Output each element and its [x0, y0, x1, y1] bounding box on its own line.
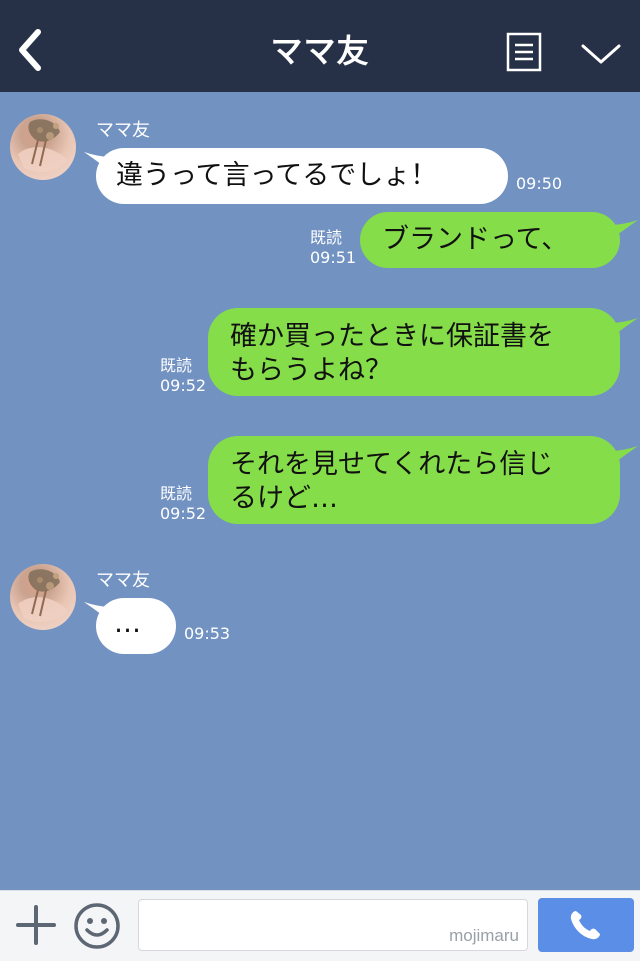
read-receipt: 既読 09:52 [160, 484, 206, 524]
read-receipt: 既読 09:52 [160, 356, 206, 396]
read-receipt: 既読 09:51 [310, 228, 356, 268]
emoji-button[interactable] [72, 901, 122, 951]
read-label: 既読 [310, 228, 343, 247]
message-time: 09:53 [184, 624, 231, 643]
plus-icon [16, 905, 56, 945]
message-bubble[interactable]: 確か買ったときに保証書を もらうよね？ [208, 308, 620, 396]
message-bubble[interactable]: それを見せてくれたら信じ るけど… [208, 436, 620, 524]
chat-header: ママ友 [0, 0, 640, 92]
flower-bouquet-icon [18, 569, 68, 623]
note-menu-icon [506, 32, 542, 72]
watermark-text: mojimaru [449, 926, 519, 945]
chat-title: ママ友 [270, 32, 370, 70]
message-text-line: 確か買ったときに保証書を [230, 321, 554, 352]
flower-bouquet-icon [18, 119, 68, 173]
call-button[interactable] [538, 898, 634, 952]
message-text: … [114, 608, 141, 639]
message-bubble[interactable]: ブランドって、 [360, 212, 620, 268]
message-text-line: それを見せてくれたら信じ [230, 449, 554, 480]
avatar[interactable] [10, 564, 76, 630]
chevron-down-icon [581, 44, 621, 64]
add-button[interactable] [14, 903, 58, 947]
read-label: 既読 [160, 484, 193, 503]
collapse-button[interactable] [580, 40, 622, 68]
message-time: 09:52 [160, 376, 207, 395]
sender-name: ママ友 [96, 120, 150, 141]
message-text: 違うって言ってるでしょ！ [116, 160, 438, 191]
message-time: 09:51 [310, 248, 357, 267]
read-label: 既読 [160, 356, 193, 375]
message-input[interactable]: mojimaru [138, 899, 528, 951]
note-menu-button[interactable] [506, 32, 542, 72]
sender-name: ママ友 [96, 570, 150, 591]
message-text: ブランドって、 [382, 224, 569, 255]
smiley-icon [74, 903, 120, 949]
message-bubble[interactable]: … [96, 598, 176, 654]
input-bar: mojimaru [0, 890, 640, 961]
avatar[interactable] [10, 114, 76, 180]
message-time: 09:50 [516, 174, 563, 193]
message-text-line: もらうよね？ [230, 355, 392, 386]
message-time: 09:52 [160, 504, 207, 523]
message-text-line: るけど… [230, 483, 338, 514]
phone-icon [570, 911, 600, 940]
message-bubble[interactable]: 違うって言ってるでしょ！ [96, 148, 508, 204]
